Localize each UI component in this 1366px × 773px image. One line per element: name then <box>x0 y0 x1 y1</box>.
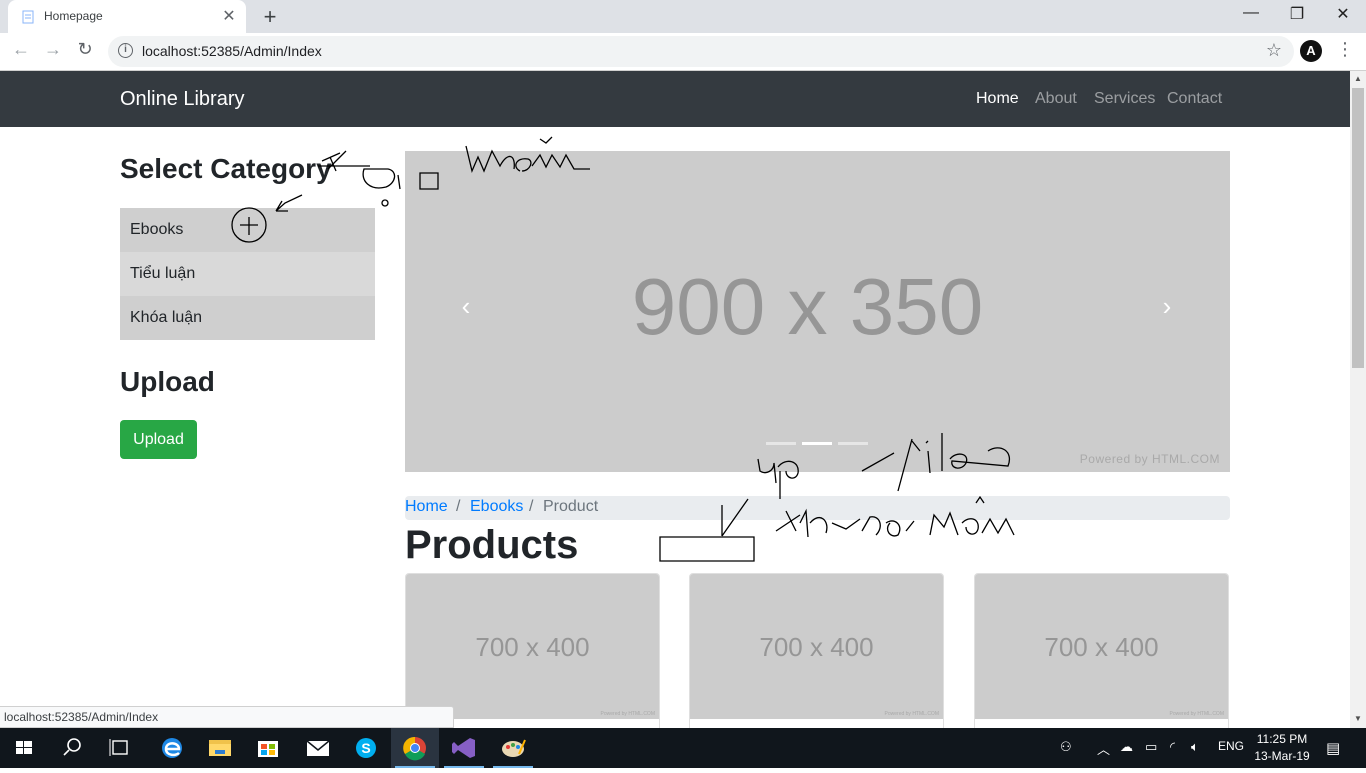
carousel-powered-by: Powered by HTML.COM <box>1079 452 1220 466</box>
people-icon[interactable]: ⚇ <box>1060 739 1072 755</box>
paint-icon[interactable] <box>489 728 537 768</box>
close-tab-icon[interactable]: ✕ <box>220 6 238 26</box>
product-image[interactable]: 700 x 400 Powered by HTML.COM <box>975 574 1228 719</box>
product-powered-by: Powered by HTML.COM <box>600 711 655 717</box>
browser-tab-strip: Homepage ✕ + — ❐ ✕ <box>0 0 1366 33</box>
skype-icon[interactable]: S <box>342 728 390 768</box>
product-card[interactable]: 700 x 400 Powered by HTML.COM <box>405 573 660 728</box>
battery-icon[interactable]: ▭ <box>1145 739 1157 755</box>
status-bar-url: localhost:52385/Admin/Index <box>0 706 454 728</box>
category-heading: Select Category <box>120 153 332 184</box>
action-center-icon[interactable]: ▤ <box>1326 739 1340 757</box>
nav-about[interactable]: About <box>1035 90 1077 108</box>
product-powered-by: Powered by HTML.COM <box>1169 711 1224 717</box>
carousel-next-icon[interactable]: › <box>1152 291 1182 322</box>
volume-icon[interactable]: 🔈︎ <box>1191 739 1199 755</box>
tab-title: Homepage <box>44 9 103 23</box>
nav-home[interactable]: Home <box>976 90 1019 108</box>
browser-toolbar: ← → ↻ i localhost:52385/Admin/Index ☆ A … <box>0 33 1366 71</box>
product-placeholder-text: 700 x 400 <box>475 632 590 662</box>
product-placeholder-text: 700 x 400 <box>759 632 874 662</box>
page-icon <box>22 10 34 24</box>
carousel-prev-icon[interactable]: ‹ <box>451 291 481 322</box>
onedrive-icon[interactable]: ☁ <box>1120 739 1133 755</box>
close-window-icon[interactable]: ✕ <box>1328 4 1358 24</box>
windows-start-icon[interactable] <box>0 728 48 768</box>
new-tab-button[interactable]: + <box>258 4 282 30</box>
task-view-icon[interactable] <box>96 728 144 768</box>
browser-menu-icon[interactable]: ⋮ <box>1336 39 1354 60</box>
scroll-down-icon[interactable]: ▼ <box>1350 714 1366 723</box>
back-icon[interactable]: ← <box>10 39 32 60</box>
site-brand[interactable]: Online Library <box>120 88 245 111</box>
restore-icon[interactable]: ❐ <box>1282 4 1312 24</box>
minimize-icon[interactable]: — <box>1236 4 1266 22</box>
page-scrollbar[interactable]: ▲ ▼ <box>1350 71 1366 728</box>
carousel-indicator[interactable] <box>766 442 796 445</box>
address-url[interactable]: localhost:52385/Admin/Index <box>142 43 322 59</box>
category-list: Ebooks Tiểu luận Khóa luận <box>120 208 375 340</box>
mail-icon[interactable] <box>294 728 342 768</box>
address-bar[interactable]: i localhost:52385/Admin/Index ☆ <box>108 36 1294 67</box>
category-item-khoa-luan[interactable]: Khóa luận <box>120 296 375 340</box>
visual-studio-icon[interactable] <box>440 728 488 768</box>
nav-services[interactable]: Services <box>1094 90 1155 108</box>
scroll-up-icon[interactable]: ▲ <box>1350 74 1366 83</box>
extension-icon[interactable]: A <box>1300 40 1322 62</box>
breadcrumb-separator: / <box>529 498 534 515</box>
store-icon[interactable] <box>244 728 292 768</box>
product-image[interactable]: 700 x 400 Powered by HTML.COM <box>690 574 943 719</box>
image-carousel: 900 x 350 Powered by HTML.COM ‹ › <box>405 151 1230 472</box>
breadcrumb-current: Product <box>543 498 599 515</box>
upload-heading: Upload <box>120 366 215 397</box>
product-placeholder-text: 700 x 400 <box>1044 632 1159 662</box>
clock-date[interactable]: 13-Mar-19 <box>1250 749 1314 763</box>
show-hidden-icons[interactable]: ︿ <box>1097 739 1110 758</box>
category-item-tieu-luan[interactable]: Tiểu luận <box>120 252 375 296</box>
page-viewport: Online Library Home About Services Conta… <box>0 71 1350 728</box>
site-info-icon[interactable]: i <box>118 43 133 58</box>
carousel-indicators <box>766 442 868 445</box>
file-explorer-icon[interactable] <box>196 728 244 768</box>
upload-button[interactable]: Upload <box>120 420 197 459</box>
clock-time[interactable]: 11:25 PM <box>1254 732 1310 746</box>
products-title: Products <box>405 523 579 567</box>
browser-tab[interactable]: Homepage ✕ <box>8 0 246 33</box>
product-powered-by: Powered by HTML.COM <box>884 711 939 717</box>
search-icon[interactable] <box>48 728 96 768</box>
breadcrumb-ebooks[interactable]: Ebooks <box>470 498 523 516</box>
carousel-indicator[interactable] <box>838 442 868 445</box>
nav-contact[interactable]: Contact <box>1167 90 1222 108</box>
wifi-icon[interactable]: ◜ <box>1170 739 1175 755</box>
svg-text:S: S <box>361 740 370 756</box>
product-image[interactable]: 700 x 400 Powered by HTML.COM <box>406 574 659 719</box>
product-card[interactable]: 700 x 400 Powered by HTML.COM <box>974 573 1229 728</box>
product-card[interactable]: 700 x 400 Powered by HTML.COM <box>689 573 944 728</box>
breadcrumb-separator: / <box>456 498 461 515</box>
forward-icon[interactable]: → <box>42 39 64 60</box>
language-indicator[interactable]: ENG <box>1218 739 1244 753</box>
carousel-indicator-active[interactable] <box>802 442 832 445</box>
breadcrumb-home[interactable]: Home <box>405 498 448 516</box>
bookmark-star-icon[interactable]: ☆ <box>1266 40 1282 61</box>
carousel-placeholder-text: 900 x 350 <box>631 262 984 351</box>
breadcrumb: Home / Ebooks / Product <box>405 496 1230 520</box>
reload-icon[interactable]: ↻ <box>74 39 96 60</box>
scrollbar-thumb[interactable] <box>1352 88 1364 368</box>
edge-browser-icon[interactable] <box>148 728 196 768</box>
category-item-ebooks[interactable]: Ebooks <box>120 208 375 252</box>
chrome-icon[interactable] <box>391 728 439 768</box>
windows-taskbar: S ⚇ ︿ ☁ ▭ ◜ 🔈︎ ENG 11:25 PM 13-Mar-19 ▤ <box>0 728 1366 768</box>
site-navbar: Online Library Home About Services Conta… <box>0 71 1350 127</box>
